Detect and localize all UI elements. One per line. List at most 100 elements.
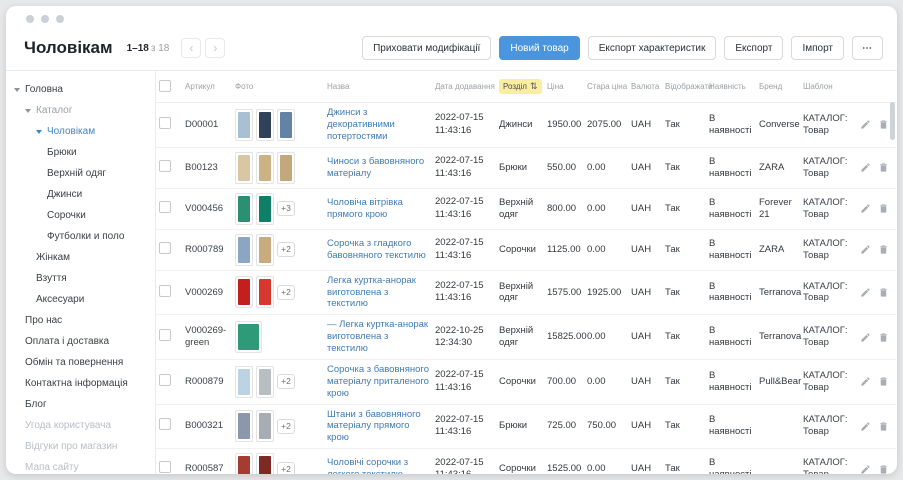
product-name-link[interactable]: Чиноси з бавовняного матеріалу <box>327 156 424 179</box>
column-header: Назва <box>324 71 432 103</box>
sidebar-item[interactable]: Аксесуари <box>6 289 155 310</box>
product-name-link[interactable]: Штани з бавовняного матеріалу прямого кр… <box>327 409 421 444</box>
select-all-checkbox[interactable] <box>159 80 171 92</box>
table-row: B000321+2Штани з бавовняного матеріалу п… <box>156 404 896 449</box>
delete-icon[interactable] <box>878 464 889 474</box>
product-name-link[interactable]: Джинси з декоративними потертостями <box>327 107 395 142</box>
row-select-cell <box>156 188 182 229</box>
old-price-cell: 0.00 <box>584 229 628 270</box>
more-photos-badge[interactable]: +2 <box>277 242 295 257</box>
row-checkbox[interactable] <box>159 461 171 473</box>
table-row: R000789+2Сорочка з гладкого бавовняного … <box>156 229 896 270</box>
name-cell: Легка куртка-анорак виготовлена з тексти… <box>324 270 432 315</box>
edit-icon[interactable] <box>860 464 871 474</box>
edit-icon[interactable] <box>860 421 871 432</box>
brand-cell: Terranova <box>756 270 800 315</box>
edit-icon[interactable] <box>860 162 871 173</box>
product-name-link[interactable]: Чоловічі сорочки з легкого текстилю <box>327 457 408 474</box>
delete-icon[interactable] <box>878 203 889 214</box>
section-cell: Брюки <box>496 404 544 449</box>
pagination-range: 1–18 <box>127 43 149 54</box>
product-name-link[interactable]: — Легка куртка-анорак виготовлена з текс… <box>327 319 428 354</box>
more-photos-badge[interactable]: +2 <box>277 374 295 389</box>
product-photo <box>235 193 253 225</box>
sidebar-item[interactable]: Сорочки <box>6 205 155 226</box>
row-actions-cell <box>858 359 896 404</box>
more-photos-badge[interactable]: +2 <box>277 419 295 434</box>
delete-icon[interactable] <box>878 421 889 432</box>
edit-icon[interactable] <box>860 287 871 298</box>
row-checkbox[interactable] <box>159 160 171 172</box>
sidebar-item-label: Контактна інформація <box>25 378 128 389</box>
sidebar-item[interactable]: Футболки и поло <box>6 226 155 247</box>
export-characteristics-button[interactable]: Експорт характеристик <box>588 36 717 60</box>
sidebar-item[interactable]: Брюки <box>6 142 155 163</box>
sidebar-item[interactable]: Відгуки про магазин <box>6 436 155 457</box>
table-header-row: АртикулФотоНазваДата додаванняРозділ⇅Цін… <box>156 71 896 103</box>
sidebar-item[interactable]: Обмін та повернення <box>6 352 155 373</box>
next-page-button[interactable]: › <box>205 38 225 58</box>
row-actions <box>861 421 893 432</box>
prev-page-button[interactable]: ‹ <box>181 38 201 58</box>
sidebar-item-label: Каталог <box>36 105 72 116</box>
delete-icon[interactable] <box>878 119 889 130</box>
row-checkbox[interactable] <box>159 201 171 213</box>
row-checkbox[interactable] <box>159 117 171 129</box>
row-checkbox[interactable] <box>159 329 171 341</box>
export-button[interactable]: Експорт <box>724 36 783 60</box>
sort-icon[interactable]: ⇅ <box>530 81 538 92</box>
window-dot-icon <box>41 15 49 23</box>
old-price-cell: 2075.00 <box>584 103 628 148</box>
edit-icon[interactable] <box>860 119 871 130</box>
more-photos-badge[interactable]: +2 <box>277 462 295 474</box>
row-actions <box>861 464 893 474</box>
sidebar-item[interactable]: Мапа сайту <box>6 457 155 474</box>
delete-icon[interactable] <box>878 244 889 255</box>
sidebar-item[interactable]: Про нас <box>6 310 155 331</box>
edit-icon[interactable] <box>860 244 871 255</box>
edit-icon[interactable] <box>860 203 871 214</box>
sidebar-item[interactable]: Верхній одяг <box>6 163 155 184</box>
delete-icon[interactable] <box>878 162 889 173</box>
product-name-link[interactable]: Чоловіча вітрівка прямого крою <box>327 197 403 220</box>
brand-cell: Terranova <box>756 315 800 360</box>
row-checkbox[interactable] <box>159 242 171 254</box>
sidebar-item[interactable]: Головна <box>6 79 155 100</box>
currency-cell: UAH <box>628 270 662 315</box>
more-photos-badge[interactable]: +2 <box>277 285 295 300</box>
edit-icon[interactable] <box>860 332 871 343</box>
currency-cell: UAH <box>628 147 662 188</box>
product-name-link[interactable]: Сорочка з бавовняного матеріалу притален… <box>327 364 429 399</box>
import-button[interactable]: Імпорт <box>791 36 844 60</box>
sidebar-item[interactable]: Джинси <box>6 184 155 205</box>
product-name-link[interactable]: Сорочка з гладкого бавовняного текстилю <box>327 238 426 261</box>
stock-cell: В наявності <box>706 229 756 270</box>
hide-modifications-button[interactable]: Приховати модифікації <box>362 36 491 60</box>
sku-cell: V000456 <box>182 188 232 229</box>
sidebar-item[interactable]: Контактна інформація <box>6 373 155 394</box>
row-checkbox[interactable] <box>159 374 171 386</box>
sidebar-item[interactable]: Оплата і доставка <box>6 331 155 352</box>
sidebar-item[interactable]: Каталог <box>6 100 155 121</box>
sidebar-item[interactable]: Чоловікам <box>6 121 155 142</box>
row-actions <box>861 287 893 298</box>
more-actions-button[interactable]: ⋯ <box>852 36 883 60</box>
template-cell: КАТАЛОГ: Товар <box>800 359 858 404</box>
sku-cell: D00001 <box>182 103 232 148</box>
row-checkbox[interactable] <box>159 285 171 297</box>
more-photos-badge[interactable]: +3 <box>277 201 295 216</box>
row-checkbox[interactable] <box>159 418 171 430</box>
sidebar-item[interactable]: Жінкам <box>6 247 155 268</box>
delete-icon[interactable] <box>878 332 889 343</box>
sku-cell: B00123 <box>182 147 232 188</box>
product-name-link[interactable]: Легка куртка-анорак виготовлена з тексти… <box>327 275 416 310</box>
new-product-button[interactable]: Новий товар <box>499 36 579 60</box>
scrollbar-thumb[interactable] <box>890 102 895 140</box>
delete-icon[interactable] <box>878 287 889 298</box>
sidebar-item[interactable]: Угода користувача <box>6 415 155 436</box>
sidebar-item[interactable]: Взуття <box>6 268 155 289</box>
sorted-column-header: Розділ⇅ <box>499 79 542 94</box>
delete-icon[interactable] <box>878 376 889 387</box>
edit-icon[interactable] <box>860 376 871 387</box>
sidebar-item[interactable]: Блог <box>6 394 155 415</box>
